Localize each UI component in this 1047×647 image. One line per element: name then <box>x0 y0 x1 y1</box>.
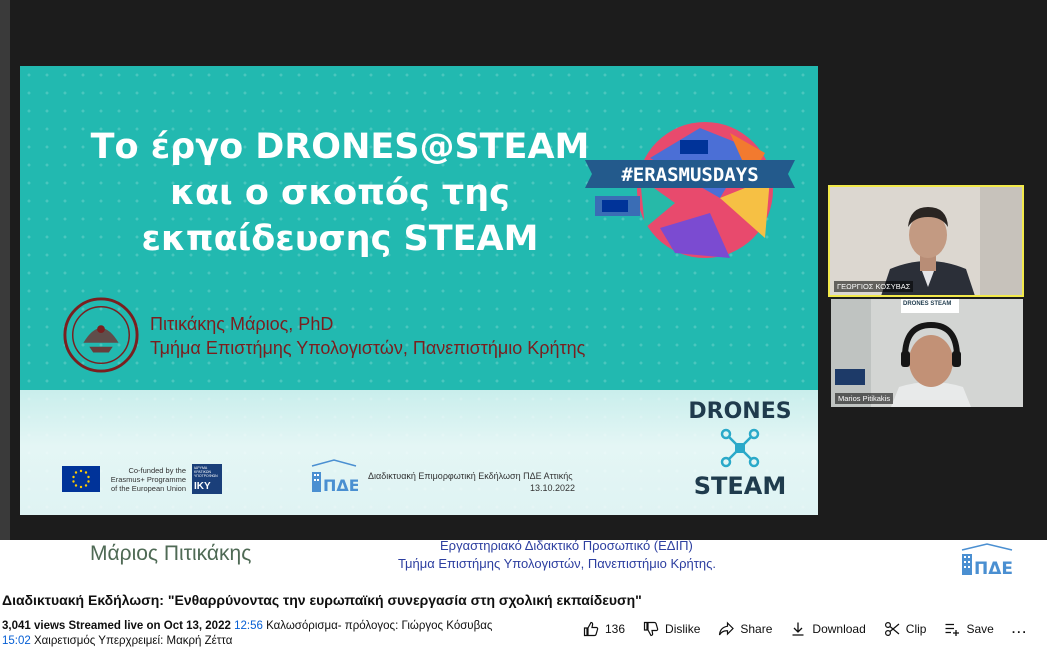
cofunded-line: of the European Union <box>110 484 186 493</box>
drones-logo-bottom: STEAM <box>694 472 787 500</box>
meeting-background: Το έργο DRONES@STEAM και ο σκοπός της εκ… <box>0 0 1047 540</box>
like-button[interactable]: 136 <box>583 621 625 637</box>
more-icon: ... <box>1011 622 1028 636</box>
pde-caption-text: ΠΔΕ <box>974 559 1013 576</box>
video-actions-bar: 136 Dislike Share Download Clip Save ... <box>583 619 1028 639</box>
download-icon <box>792 622 804 636</box>
like-count: 136 <box>605 622 626 636</box>
drones-logo-top: DRONES <box>688 399 791 424</box>
erasmus-days-badge: #ERASMUSDAYS <box>585 122 795 258</box>
webcam-background-sign: DRONES STEAM <box>903 301 952 307</box>
thumbs-down-icon <box>643 621 659 637</box>
view-count: 3,041 views <box>2 620 66 632</box>
speaker-department: Τμήμα Επιστήμης Υπολογιστών, Πανεπιστήμι… <box>150 338 586 358</box>
chapter-timestamp[interactable]: 15:02 <box>2 635 31 647</box>
webcam-tile-kosyvas: ΓΕΩΡΓΙΟΣ ΚΟΣΥΒΑΣ <box>828 185 1024 297</box>
pde-logo-text: ΠΔΕ <box>323 476 358 494</box>
chapter-title: Χαιρετισμός Υπερχρειμεί: Μακρή Ζέττα <box>33 635 233 647</box>
video-title: Διαδικτυακή Εκδήλωση: "Ενθαρρύνοντας την… <box>2 592 642 608</box>
video-metadata-row2: 15:02 Χαιρετισμός Υπερχρειμεί: Μακρή Ζέτ… <box>2 635 232 647</box>
playlist-add-icon <box>945 623 960 636</box>
share-label: Share <box>740 622 773 636</box>
left-edge-strip <box>0 0 10 540</box>
share-icon <box>719 621 735 636</box>
event-date: 13.10.2022 <box>530 483 576 493</box>
caption-presenter-name: Μάριος Πιτικάκης <box>90 542 252 565</box>
thumbs-up-icon <box>583 621 599 637</box>
speaker-name: Πιτικάκης Μάριος, PhD <box>150 314 334 334</box>
iky-small-text: ΙΔΡΥΜΑ ΚΡΑΤΙΚΩΝ ΥΠΟΤΡΟΦΙΩΝ <box>194 466 218 478</box>
iky-logo: ΙΔΡΥΜΑ ΚΡΑΤΙΚΩΝ ΥΠΟΤΡΟΦΙΩΝ IKY <box>192 464 222 494</box>
clip-button[interactable]: Clip <box>884 621 927 637</box>
dislike-label: Dislike <box>665 622 701 636</box>
cofunded-text: Co-funded by the Erasmus+ Programme of t… <box>106 466 186 493</box>
erasmus-days-text: #ERASMUSDAYS <box>621 164 758 186</box>
stream-date: Streamed live on Oct 13, 2022 <box>68 620 231 632</box>
download-button[interactable]: Download <box>790 621 866 637</box>
pde-logo: ΠΔΕ <box>311 459 358 494</box>
cofunded-line: Co-funded by the <box>128 466 186 475</box>
webcam-name-label: Marios Pitikakis <box>835 393 894 404</box>
webcam-tile-pitikakis: DRONES STEAM Marios Pitikakis <box>831 299 1023 407</box>
more-actions-button[interactable]: ... <box>1012 622 1028 636</box>
dislike-button[interactable]: Dislike <box>643 621 700 637</box>
download-label: Download <box>812 622 866 636</box>
slide-title-line: Το έργο DRONES@STEAM <box>90 127 590 167</box>
scissors-icon <box>884 621 900 637</box>
iky-label: IKY <box>194 481 211 492</box>
university-seal-logo <box>63 297 139 373</box>
caption-department: Τμήμα Επιστήμης Υπολογιστών, Πανεπιστήμι… <box>398 556 717 571</box>
caption-role: Εργαστηριακό Διδακτικό Προσωπικό (ΕΔΙΠ) <box>440 538 693 553</box>
slide-title-line: και ο σκοπός της <box>170 173 510 213</box>
slide-title-line: εκπαίδευσης STEAM <box>141 219 539 259</box>
slide-title: Το έργο DRONES@STEAM και ο σκοπός της εκ… <box>60 124 620 262</box>
chapter-title: Καλωσόρισμα- πρόλογος: Γιώργος Κόσυβας <box>266 620 493 632</box>
eu-flag-icon <box>62 466 100 492</box>
video-metadata: 3,041 views Streamed live on Oct 13, 202… <box>2 620 492 632</box>
save-label: Save <box>966 622 994 636</box>
share-button[interactable]: Share <box>718 621 772 637</box>
webcam-name-label: ΓΕΩΡΓΙΟΣ ΚΟΣΥΒΑΣ <box>834 281 914 292</box>
presentation-slide: Το έργο DRONES@STEAM και ο σκοπός της εκ… <box>20 66 818 515</box>
drones-steam-logo: DRONES STEAM <box>688 399 791 500</box>
event-description: Διαδικτυακή Επιμορφωτική Εκδήλωση ΠΔΕ Ατ… <box>368 471 573 481</box>
save-button[interactable]: Save <box>944 621 994 637</box>
chapter-timestamp[interactable]: 12:56 <box>234 620 263 632</box>
cofunded-line: Erasmus+ Programme <box>110 475 186 484</box>
video-player[interactable]: Το έργο DRONES@STEAM και ο σκοπός της εκ… <box>0 0 1047 586</box>
pde-caption-logo: ΠΔΕ <box>961 543 1013 576</box>
clip-label: Clip <box>905 622 927 636</box>
webcam-video-feed <box>831 299 1023 407</box>
